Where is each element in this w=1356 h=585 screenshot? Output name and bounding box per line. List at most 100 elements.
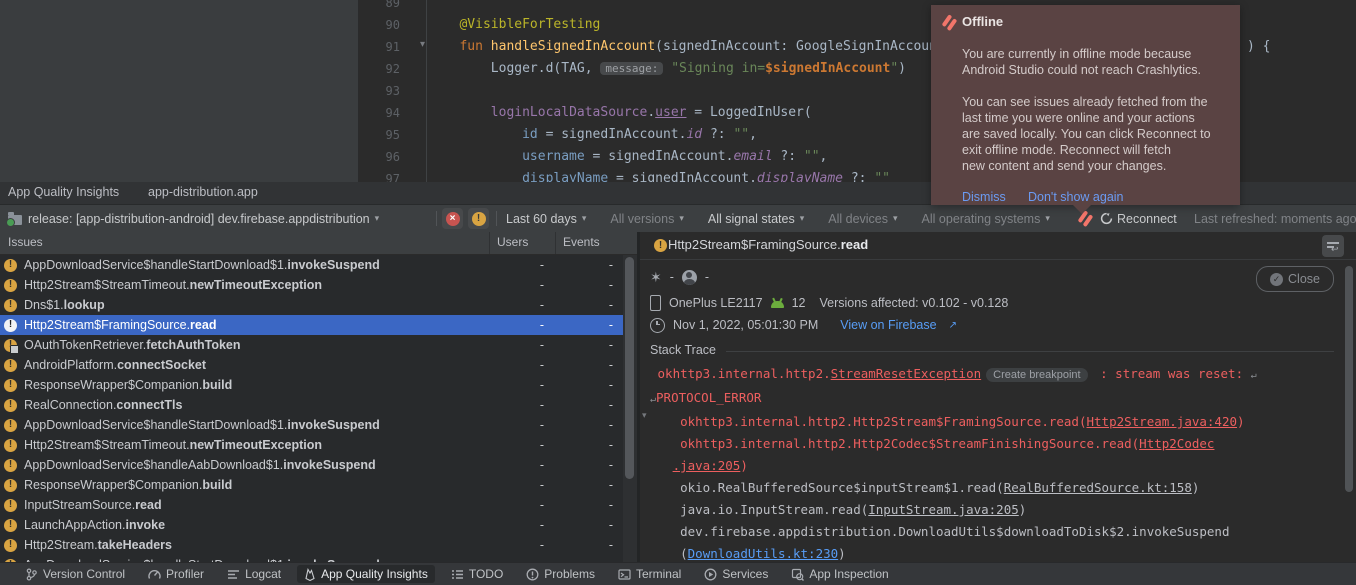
stack-frame-link[interactable]: Http2Stream.java:420	[1087, 414, 1238, 429]
crash-count: -	[670, 270, 674, 284]
logcat-icon	[227, 568, 240, 581]
issue-row[interactable]: !Http2Stream.takeHeaders--	[0, 535, 637, 555]
stack-frame-link[interactable]: StreamResetException	[831, 366, 982, 381]
nonfatal-filter-button[interactable]: !	[468, 208, 489, 229]
events-count: -	[601, 398, 621, 412]
filter-last-60-days[interactable]: Last 60 days▾	[506, 212, 586, 226]
warning-icon: !	[4, 379, 17, 392]
stack-line: okhttp3.internal.http2.StreamResetExcept…	[650, 363, 1340, 387]
warning-icon: !	[4, 319, 17, 332]
tool-window-button-problems[interactable]: Problems	[519, 565, 602, 583]
issue-row[interactable]: !ResponseWrapper$Companion.build--	[0, 375, 637, 395]
issue-row[interactable]: !OAuthTokenRetriever.fetchAuthToken--	[0, 335, 637, 355]
stack-frame-link[interactable]: InputStream.java:205	[868, 502, 1019, 517]
tool-window-button-profiler[interactable]: Profiler	[141, 565, 211, 583]
users-count: -	[532, 338, 552, 352]
profiler-icon	[148, 568, 161, 581]
stack-frame-link[interactable]: DownloadUtils.kt:230	[688, 546, 839, 561]
column-separator	[555, 232, 556, 254]
tool-window-button-terminal[interactable]: Terminal	[611, 565, 688, 583]
dismiss-link[interactable]: Dismiss	[962, 190, 1006, 204]
release-selector[interactable]: release: [app-distribution-android] dev.…	[28, 205, 379, 232]
app-inspection-icon	[791, 568, 804, 581]
stack-frame-link[interactable]: Http2Codec	[1139, 436, 1214, 451]
filter-group: Last 60 days▾ All versions▾ All signal sta…	[506, 205, 1050, 232]
issue-row[interactable]: !InputStreamSource.read--	[0, 495, 637, 515]
column-users[interactable]: Users	[497, 235, 528, 249]
warning-icon: !	[654, 239, 667, 252]
issue-row[interactable]: !AppDownloadService$handleStartDownload$…	[0, 255, 637, 275]
line-number: 91	[358, 36, 400, 58]
dont-show-again-link[interactable]: Don't show again	[1028, 190, 1124, 204]
issue-row[interactable]: !AppDownloadService$handleStartDownload$…	[0, 555, 637, 562]
issue-row[interactable]: !RealConnection.connectTls--	[0, 395, 637, 415]
events-count: -	[601, 478, 621, 492]
issue-row[interactable]: !AndroidPlatform.connectSocket--	[0, 355, 637, 375]
tool-window-title: App Quality Insights	[8, 185, 119, 199]
filter-all-devices[interactable]: All devices▾	[828, 212, 897, 226]
issue-row[interactable]: !Http2Stream$FramingSource.read--	[0, 315, 637, 335]
stack-line: dev.firebase.appdistribution.DownloadUti…	[650, 521, 1340, 543]
issue-label: Http2Stream.takeHeaders	[24, 538, 172, 552]
user-count-icon	[682, 270, 697, 285]
users-count: -	[532, 298, 552, 312]
scrollbar-thumb[interactable]	[1345, 266, 1353, 492]
tool-window-button-logcat[interactable]: Logcat	[220, 565, 288, 583]
issue-row[interactable]: !Http2Stream$StreamTimeout.newTimeoutExc…	[0, 435, 637, 455]
issue-row[interactable]: !LaunchAppAction.invoke--	[0, 515, 637, 535]
create-breakpoint-chip[interactable]: Create breakpoint	[986, 368, 1087, 382]
todo-list-icon	[451, 568, 464, 581]
issues-list: !AppDownloadService$handleStartDownload$…	[0, 255, 637, 562]
note-badge-icon	[10, 345, 19, 354]
tool-window-button-version-control[interactable]: Version Control	[18, 565, 132, 583]
warning-icon: !	[4, 299, 17, 312]
stack-frame-link[interactable]: RealBufferedSource.kt:158	[1004, 480, 1192, 495]
issue-detail-titlebar: ! Http2Stream$FramingSource.read ↩	[640, 232, 1356, 260]
fold-marker-icon[interactable]: ▾	[642, 410, 647, 421]
soft-wrap-toggle[interactable]: ↩	[1322, 235, 1344, 257]
tool-window-button-app-inspection[interactable]: App Inspection	[784, 565, 895, 583]
terminal-icon	[618, 568, 631, 581]
tab-app-distribution[interactable]: app-distribution.app	[148, 185, 258, 199]
events-count: -	[601, 258, 621, 272]
offline-message-1: You are currently in offline mode becaus…	[962, 46, 1201, 78]
issue-row[interactable]: !AppDownloadService$handleStartDownload$…	[0, 415, 637, 435]
tool-window-button-todo[interactable]: TODO	[444, 565, 510, 583]
fatal-filter-button[interactable]: ×	[442, 208, 463, 229]
close-issue-button[interactable]: ✓ Close	[1256, 266, 1334, 292]
issue-label: Http2Stream$FramingSource.read	[24, 318, 216, 332]
issues-scrollbar	[623, 255, 637, 562]
device-name: OnePlus LE2117	[669, 296, 763, 310]
events-count: -	[601, 518, 621, 532]
tool-window-button-app-quality-insights[interactable]: App Quality Insights	[297, 565, 435, 583]
view-on-firebase-link[interactable]: View on Firebase	[840, 318, 936, 332]
issue-row[interactable]: !ResponseWrapper$Companion.build--	[0, 475, 637, 495]
issue-row[interactable]: !Http2Stream$StreamTimeout.newTimeoutExc…	[0, 275, 637, 295]
filter-all-versions[interactable]: All versions▾	[610, 212, 683, 226]
stack-line: okhttp3.internal.http2.Http2Codec$Stream…	[650, 433, 1340, 455]
tool-window-bar: Version Control Profiler Logcat App Quality…	[0, 562, 1356, 585]
reconnect-button[interactable]: Reconnect	[1100, 205, 1177, 232]
issue-title: Http2Stream$FramingSource.read	[668, 237, 868, 252]
line-number: 95	[358, 124, 400, 146]
scrollbar-thumb[interactable]	[625, 257, 634, 479]
error-icon: ×	[446, 212, 460, 226]
tool-window-button-services[interactable]: Services	[697, 565, 775, 583]
issue-row[interactable]: !Dns$1.lookup--	[0, 295, 637, 315]
filter-all-operating-systems[interactable]: All operating systems▾	[922, 212, 1050, 226]
filter-all-signal-states[interactable]: All signal states▾	[708, 212, 804, 226]
fold-marker-icon[interactable]: ▾	[420, 39, 425, 50]
line-number: 89	[358, 0, 400, 14]
events-count: -	[601, 498, 621, 512]
api-level: 12	[792, 296, 806, 310]
stack-line: okio.RealBufferedSource$inputStream$1.re…	[650, 477, 1340, 499]
stack-line: ↵PROTOCOL_ERROR	[650, 387, 1340, 411]
column-events[interactable]: Events	[563, 235, 600, 249]
event-time-row: Nov 1, 2022, 05:01:30 PM View on Firebas…	[640, 314, 1356, 336]
users-count: -	[532, 358, 552, 372]
issue-row[interactable]: !AppDownloadService$handleAabDownload$1.…	[0, 455, 637, 475]
column-issues[interactable]: Issues	[8, 235, 43, 249]
users-count: -	[532, 378, 552, 392]
stack-frame-link[interactable]: .java:205	[673, 458, 741, 473]
stack-line: (DownloadUtils.kt:230)	[650, 543, 1340, 562]
